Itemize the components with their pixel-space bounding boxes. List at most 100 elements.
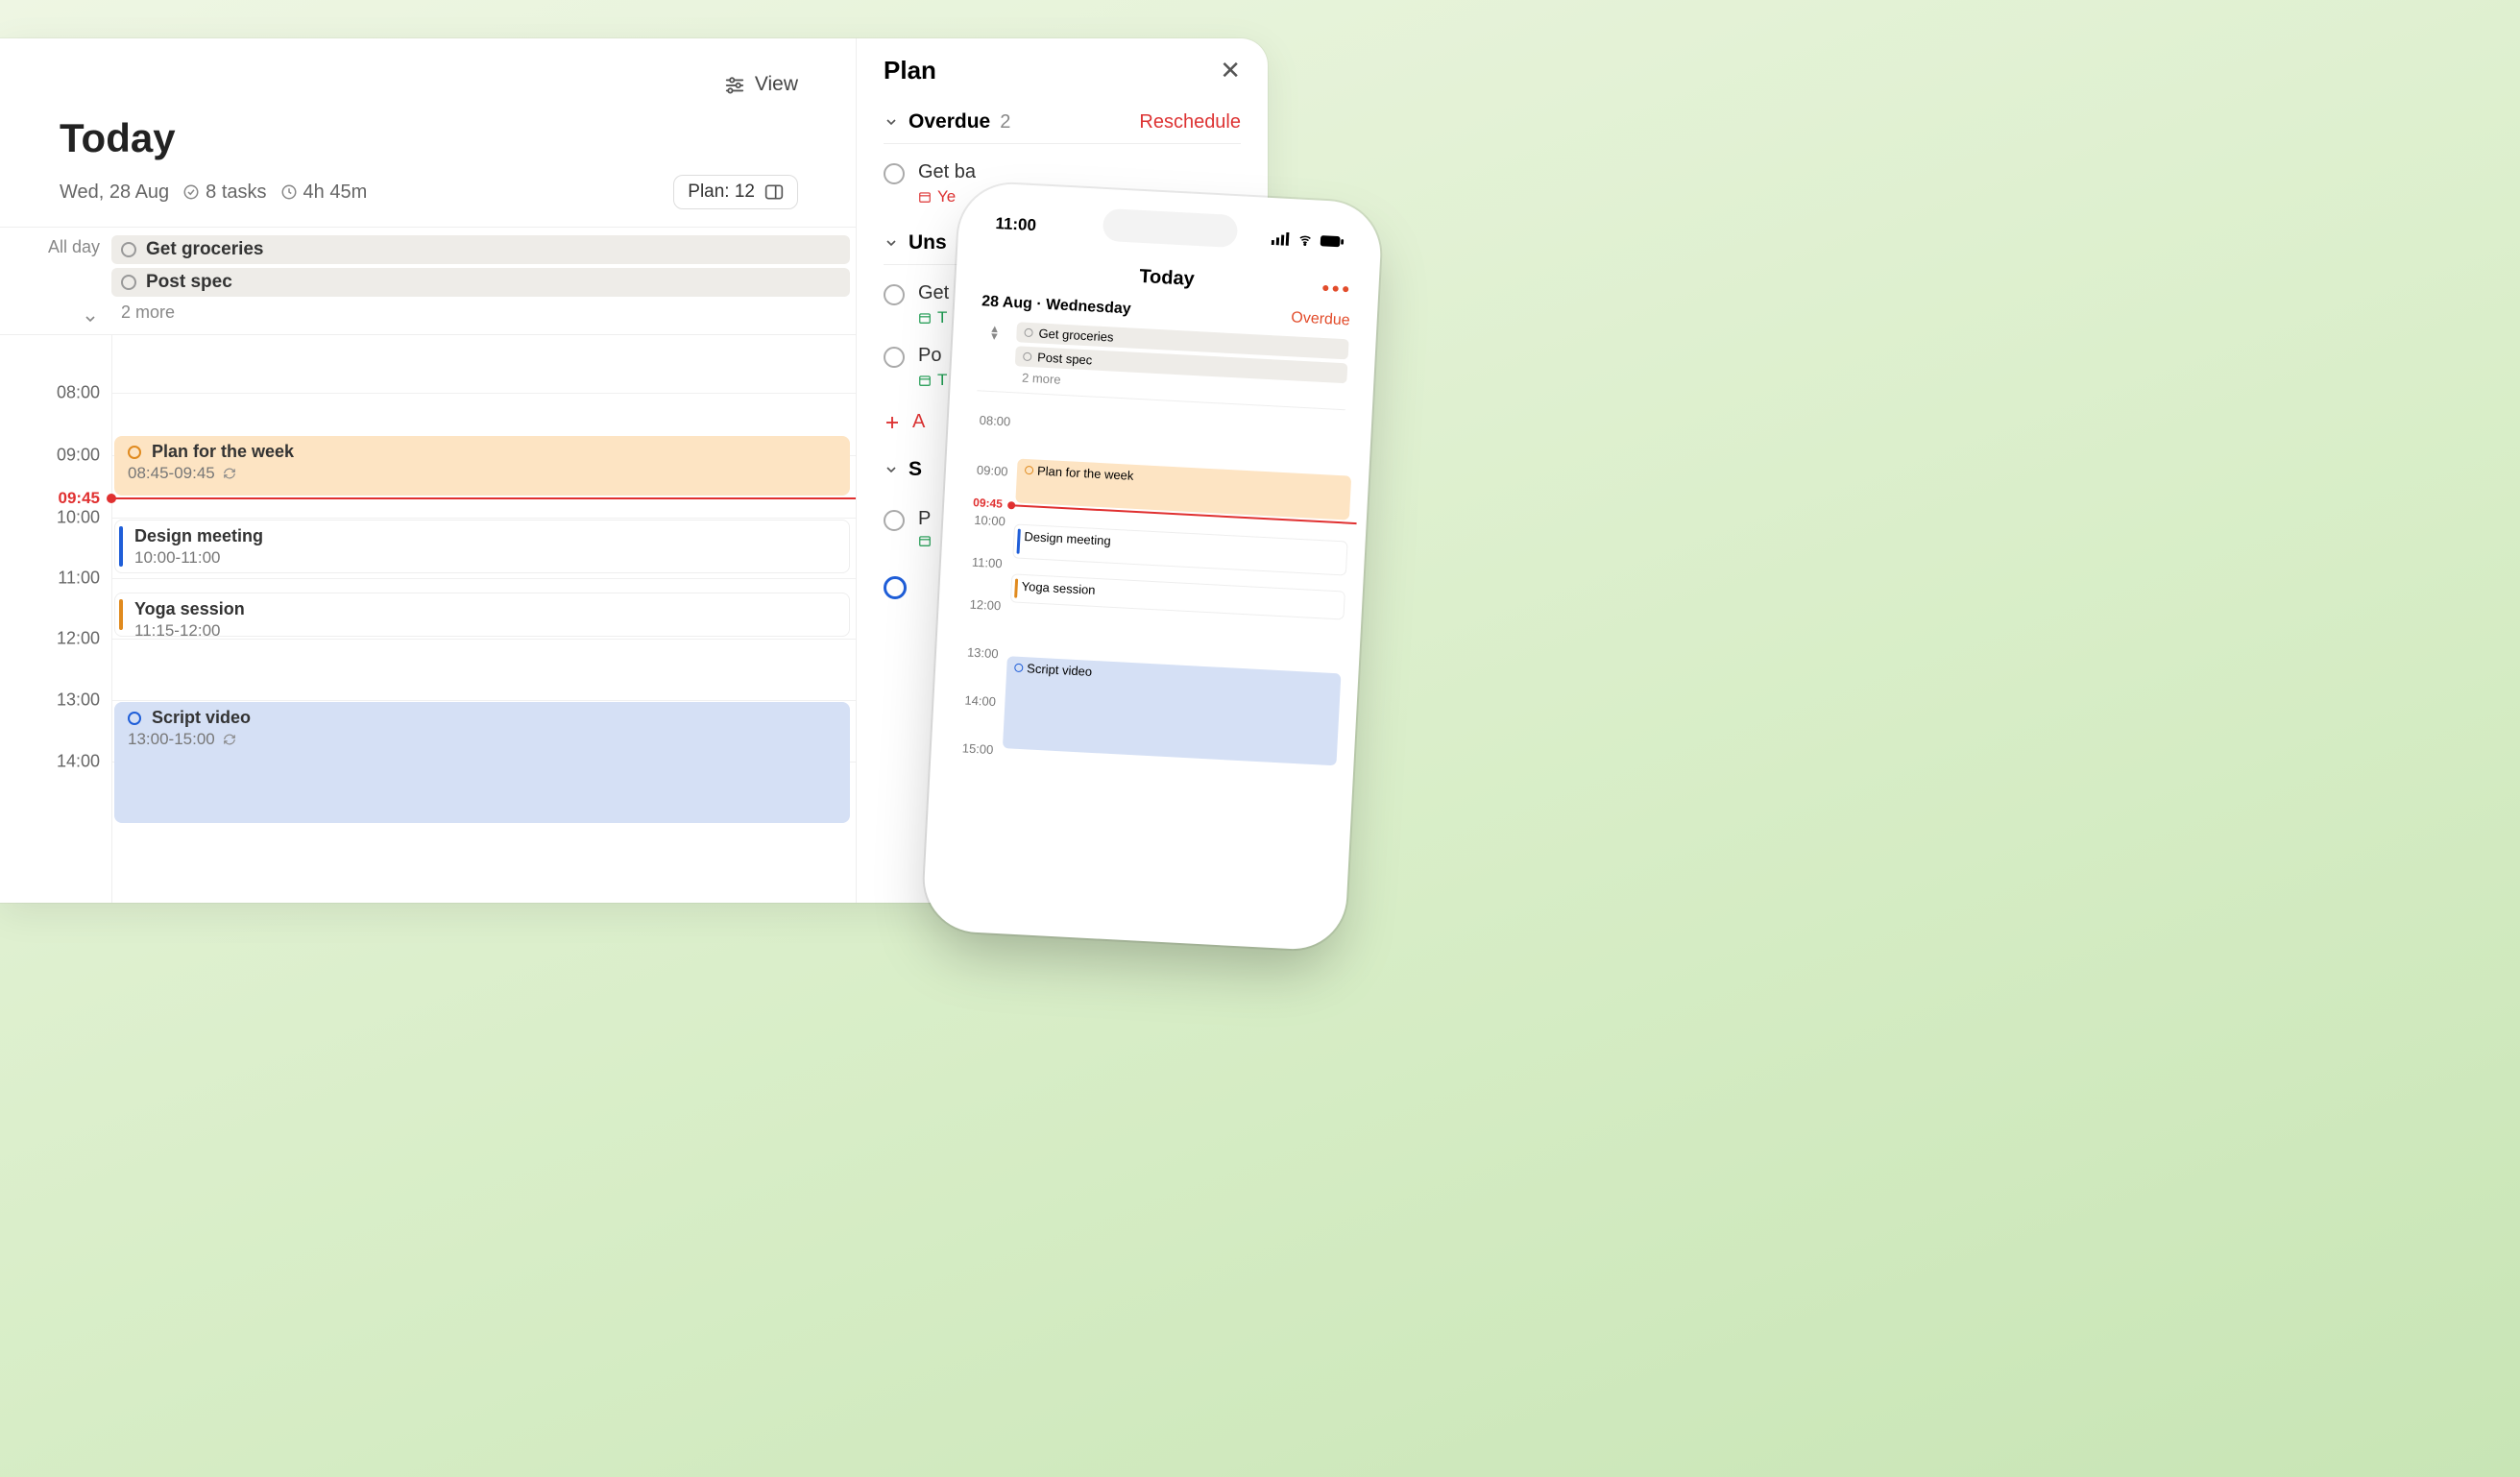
clock-icon: [280, 183, 298, 201]
event-yoga[interactable]: Yoga session 11:15-12:00: [114, 593, 850, 637]
view-label: View: [755, 73, 798, 96]
hour-label: 08:00: [57, 383, 100, 403]
allday-item-label: Get groceries: [146, 239, 264, 260]
allday-item[interactable]: Post spec: [111, 268, 850, 297]
chip-label: Get groceries: [1038, 326, 1114, 344]
event-design-meeting[interactable]: Design meeting 10:00-11:00: [114, 520, 850, 573]
check-circle-icon: [182, 183, 200, 201]
more-icon[interactable]: ●●●: [1321, 278, 1352, 296]
hour-label: 10:00: [974, 513, 1006, 529]
chevron-down-icon: [884, 114, 899, 130]
phone-clock: 11:00: [995, 214, 1037, 235]
calendar-icon: [918, 374, 932, 387]
hour-label: 09:00: [57, 446, 100, 466]
task-date: Ye: [937, 187, 956, 206]
plus-icon: [884, 414, 901, 431]
hour-label: 14:00: [57, 752, 100, 772]
task-title: Po: [918, 345, 947, 367]
task-circle-icon[interactable]: [128, 712, 141, 725]
phone-event-yoga[interactable]: Yoga session: [1010, 573, 1345, 619]
task-circle-icon[interactable]: [884, 576, 907, 599]
section-label: Uns: [909, 231, 947, 254]
hour-label: 10:00: [57, 508, 100, 528]
section-label: S: [909, 458, 922, 481]
signal-icon: [1272, 231, 1292, 246]
phone-event-script[interactable]: Script video: [1003, 656, 1342, 765]
chevron-down-icon[interactable]: [83, 311, 98, 327]
phone-event-plan-week[interactable]: Plan for the week: [1015, 459, 1351, 521]
allday-label: All day: [48, 237, 100, 256]
event-time: 08:45-09:45: [128, 464, 215, 482]
task-title: Get: [918, 282, 949, 304]
event-title: Yoga session: [134, 599, 837, 619]
event-time: 11:15-12:00: [134, 621, 837, 641]
sliders-icon: [724, 74, 745, 95]
tasks-count: 8 tasks: [206, 182, 266, 204]
chevron-down-icon: [884, 462, 899, 477]
main-column: View Today Wed, 28 Aug 8 tasks 4h 45m: [0, 38, 857, 903]
hour-label: 13:00: [967, 645, 999, 662]
view-button[interactable]: View: [60, 67, 798, 102]
wifi-icon: [1296, 232, 1315, 247]
allday-more[interactable]: 2 more: [111, 297, 856, 328]
now-label: 09:45: [59, 489, 100, 508]
main-header: View Today Wed, 28 Aug 8 tasks 4h 45m: [0, 38, 856, 209]
allday-item[interactable]: Get groceries: [111, 235, 850, 264]
task-circle-icon[interactable]: [884, 163, 905, 184]
section-label: Overdue: [909, 110, 990, 133]
task-circle-icon[interactable]: [121, 275, 136, 290]
event-title: Plan for the week: [1037, 464, 1134, 483]
task-circle-icon[interactable]: [1023, 352, 1031, 361]
chip-label: Post spec: [1037, 350, 1093, 367]
phone-timeline[interactable]: 08:00 09:00 09:45 10:00 11:00 12:00 13:0…: [954, 390, 1345, 850]
task-date: T: [937, 308, 947, 327]
task-circle-icon[interactable]: [884, 284, 905, 305]
hour-label: 09:00: [977, 463, 1008, 479]
allday-section: All day Get groceries Post spec 2 more: [0, 227, 856, 335]
phone-title: Today: [1011, 259, 1321, 298]
plan-pill-label: Plan: 12: [688, 182, 755, 203]
hour-label: 11:00: [972, 555, 1003, 571]
timeline-grid[interactable]: Plan for the week 08:45-09:45 Design mee…: [111, 335, 856, 903]
task-circle-icon[interactable]: [1025, 466, 1033, 474]
reschedule-button[interactable]: Reschedule: [1139, 111, 1241, 133]
hour-label: 12:00: [969, 597, 1001, 614]
calendar-icon: [918, 190, 932, 204]
hour-label: 15:00: [961, 740, 993, 757]
chevron-down-icon: [884, 235, 899, 251]
event-title: Script video: [1027, 661, 1093, 679]
timeline[interactable]: 08:00 09:00 09:45 10:00 11:00 12:00 13:0…: [0, 335, 856, 903]
page-title: Today: [60, 115, 798, 161]
task-circle-icon[interactable]: [1024, 328, 1032, 337]
phone-allday: ▴▾ Get groceries Post spec 2 more: [978, 320, 1349, 401]
phone-overdue-link[interactable]: Overdue: [1291, 309, 1350, 329]
phone-notch: [1102, 208, 1239, 248]
repeat-icon: [223, 733, 236, 746]
panel-icon: [764, 183, 784, 201]
section-overdue[interactable]: Overdue 2 Reschedule: [884, 110, 1241, 144]
add-task-label: A: [912, 411, 925, 433]
event-title: Plan for the week: [152, 442, 294, 461]
close-icon[interactable]: ✕: [1220, 56, 1241, 85]
event-time: 13:00-15:00: [128, 730, 215, 748]
event-script-video[interactable]: Script video 13:00-15:00: [114, 702, 850, 823]
task-circle-icon[interactable]: [884, 510, 905, 531]
date-label: Wed, 28 Aug: [60, 182, 169, 204]
calendar-icon: [918, 311, 932, 325]
subheader: Wed, 28 Aug 8 tasks 4h 45m Plan: 12: [60, 175, 798, 209]
section-count: 2: [1000, 111, 1010, 133]
plan-title: Plan: [884, 56, 936, 85]
duration-label: 4h 45m: [303, 182, 368, 204]
plan-pill[interactable]: Plan: 12: [673, 175, 798, 209]
expand-icon[interactable]: ▴▾: [991, 325, 998, 340]
task-circle-icon[interactable]: [128, 446, 141, 459]
task-circle-icon[interactable]: [121, 242, 136, 257]
calendar-icon: [918, 534, 932, 547]
hour-label: 14:00: [964, 692, 996, 709]
task-circle-icon[interactable]: [1014, 664, 1023, 672]
phone-event-design[interactable]: Design meeting: [1012, 523, 1347, 575]
now-label: 09:45: [973, 496, 1003, 511]
event-plan-week[interactable]: Plan for the week 08:45-09:45: [114, 436, 850, 496]
task-circle-icon[interactable]: [884, 347, 905, 368]
event-title: Design meeting: [1024, 529, 1111, 548]
